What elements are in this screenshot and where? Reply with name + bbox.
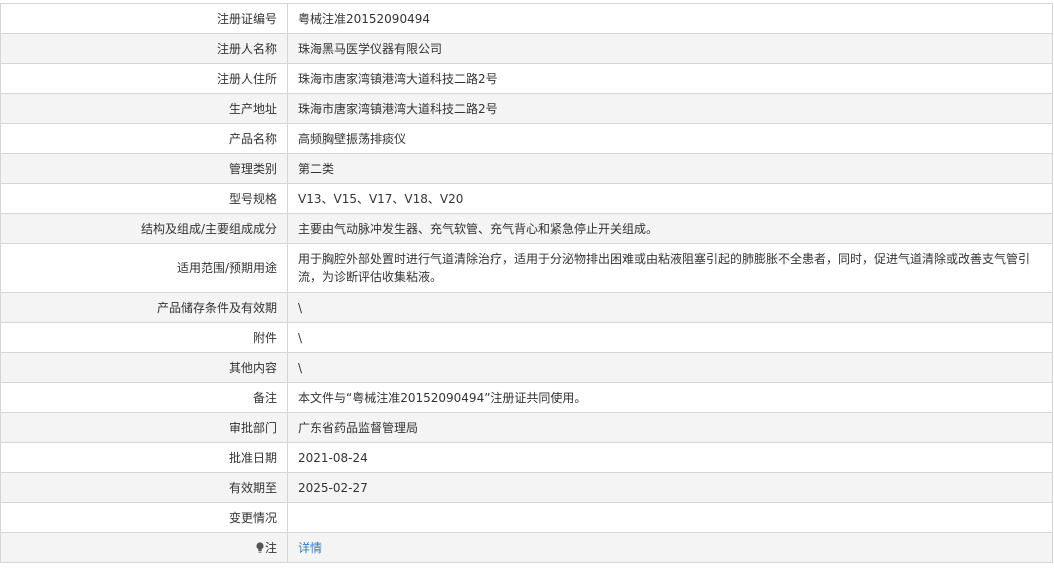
table-row: 产品储存条件及有效期 \ [0, 292, 1053, 323]
registration-detail-table: 注册证编号 粤械注准20152090494 注册人名称 珠海黑马医学仪器有限公司… [0, 3, 1053, 563]
table-row: 其他内容 \ [0, 352, 1053, 383]
field-value: \ [287, 352, 1053, 383]
field-value [287, 502, 1053, 533]
field-label: 注册证编号 [0, 3, 288, 34]
note-label-cell: 注 [0, 532, 288, 563]
field-label: 管理类别 [0, 153, 288, 184]
field-value: \ [287, 322, 1053, 353]
field-label: 批准日期 [0, 442, 288, 473]
field-value: 2021-08-24 [287, 442, 1053, 473]
table-row: 备注 本文件与“粤械注准20152090494”注册证共同使用。 [0, 382, 1053, 413]
table-row: 注册人住所 珠海市唐家湾镇港湾大道科技二路2号 [0, 63, 1053, 94]
field-label: 备注 [0, 382, 288, 413]
table-row: 适用范围/预期用途 用于胸腔外部处置时进行气道清除治疗，适用于分泌物排出困难或由… [0, 243, 1053, 293]
field-value: 2025-02-27 [287, 472, 1053, 503]
field-label: 型号规格 [0, 183, 288, 214]
table-row: 产品名称 高频胸壁振荡排痰仪 [0, 123, 1053, 154]
table-row: 注册人名称 珠海黑马医学仪器有限公司 [0, 33, 1053, 64]
field-value: 珠海市唐家湾镇港湾大道科技二路2号 [287, 63, 1053, 94]
table-row: 生产地址 珠海市唐家湾镇港湾大道科技二路2号 [0, 93, 1053, 124]
field-value: 粤械注准20152090494 [287, 3, 1053, 34]
field-value: 珠海市唐家湾镇港湾大道科技二路2号 [287, 93, 1053, 124]
field-value: 广东省药品监督管理局 [287, 412, 1053, 443]
field-value: \ [287, 292, 1053, 323]
table-row: 有效期至 2025-02-27 [0, 472, 1053, 503]
note-value-cell: 详情 [287, 532, 1053, 563]
note-row: 注 详情 [0, 532, 1053, 563]
field-label: 注册人名称 [0, 33, 288, 64]
field-label: 结构及组成/主要组成成分 [0, 213, 288, 244]
field-value: 本文件与“粤械注准20152090494”注册证共同使用。 [287, 382, 1053, 413]
table-row: 注册证编号 粤械注准20152090494 [0, 3, 1053, 34]
table-row: 型号规格 V13、V15、V17、V18、V20 [0, 183, 1053, 214]
table-row: 审批部门 广东省药品监督管理局 [0, 412, 1053, 443]
field-value: 第二类 [287, 153, 1053, 184]
table-row: 结构及组成/主要组成成分 主要由气动脉冲发生器、充气软管、充气背心和紧急停止开关… [0, 213, 1053, 244]
table-row: 附件 \ [0, 322, 1053, 353]
details-link[interactable]: 详情 [298, 541, 322, 555]
field-label: 适用范围/预期用途 [0, 243, 288, 293]
lightbulb-icon [256, 541, 264, 553]
field-label: 产品储存条件及有效期 [0, 292, 288, 323]
field-value: 主要由气动脉冲发生器、充气软管、充气背心和紧急停止开关组成。 [287, 213, 1053, 244]
field-label: 附件 [0, 322, 288, 353]
field-label: 产品名称 [0, 123, 288, 154]
field-label: 注册人住所 [0, 63, 288, 94]
field-label: 生产地址 [0, 93, 288, 124]
field-label: 变更情况 [0, 502, 288, 533]
table-row: 批准日期 2021-08-24 [0, 442, 1053, 473]
field-value: 高频胸壁振荡排痰仪 [287, 123, 1053, 154]
field-value: V13、V15、V17、V18、V20 [287, 183, 1053, 214]
table-row: 管理类别 第二类 [0, 153, 1053, 184]
field-label: 审批部门 [0, 412, 288, 443]
field-label: 其他内容 [0, 352, 288, 383]
table-row: 变更情况 [0, 502, 1053, 533]
field-value: 用于胸腔外部处置时进行气道清除治疗，适用于分泌物排出困难或由粘液阻塞引起的肺膨胀… [287, 243, 1053, 293]
field-value: 珠海黑马医学仪器有限公司 [287, 33, 1053, 64]
note-label: 注 [264, 540, 277, 555]
field-label: 有效期至 [0, 472, 288, 503]
